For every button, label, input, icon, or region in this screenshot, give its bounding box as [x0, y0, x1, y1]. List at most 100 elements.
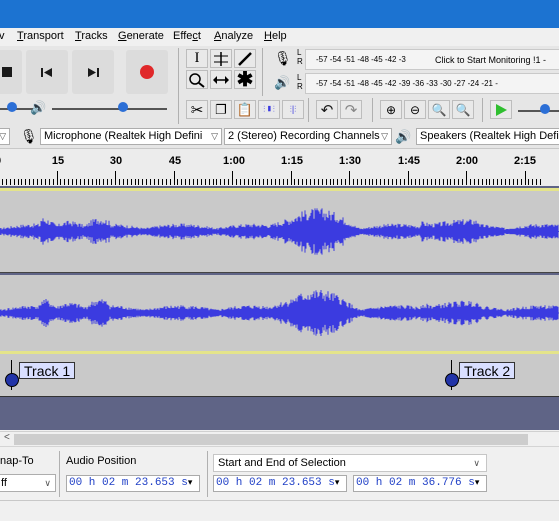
- ruler-tick: [208, 179, 210, 185]
- cut-button[interactable]: ✂: [186, 100, 208, 119]
- ruler-tick: [407, 171, 409, 185]
- paste-button[interactable]: 📋: [234, 100, 256, 119]
- recording-device-dropdown[interactable]: Microphone (Realtek High Defini ▽: [40, 128, 222, 145]
- paste-icon: 📋: [236, 101, 254, 117]
- ruler-tick: [193, 179, 194, 185]
- ruler-tick: [489, 179, 491, 185]
- record-meter[interactable]: -57 -54 -51 -48 -45 -42 -3 Click to Star…: [305, 49, 559, 70]
- skip-to-start-button[interactable]: [26, 50, 68, 94]
- multi-tool-button[interactable]: ✱: [234, 70, 256, 90]
- ruler-tick: [169, 179, 171, 185]
- trim-button[interactable]: ⫶▮⫶: [258, 100, 280, 119]
- ruler-tick: [185, 179, 187, 185]
- selection-end-field[interactable]: 00 h 02 m 36.776 s▾: [353, 475, 487, 492]
- label-handle-2[interactable]: [445, 373, 459, 387]
- play-at-speed-button[interactable]: [490, 100, 512, 119]
- fit-selection-button[interactable]: 🔍: [428, 100, 450, 119]
- title-bar: [0, 0, 559, 28]
- time-shift-tool-button[interactable]: [210, 70, 232, 89]
- ruler-tick: [458, 179, 460, 185]
- ruler-tick: [271, 179, 272, 185]
- recording-channels-dropdown[interactable]: 2 (Stereo) Recording Channels ▽: [224, 128, 392, 145]
- ruler-tick: [473, 179, 475, 185]
- ruler-tick-label: 45: [168, 155, 182, 167]
- waveform-channel-left[interactable]: [0, 191, 559, 272]
- ruler-tick: [5, 179, 7, 185]
- ruler-tick: [333, 179, 335, 185]
- skip-to-end-button[interactable]: [72, 50, 114, 94]
- audio-position-field[interactable]: 00 h 02 m 23.653 s▾: [66, 475, 200, 492]
- ruler-tick: [376, 179, 378, 185]
- label-handle-1[interactable]: [5, 373, 19, 387]
- ruler-tick: [48, 179, 50, 185]
- record-button[interactable]: [126, 50, 168, 94]
- scroll-left-arrow-icon[interactable]: <: [4, 432, 10, 443]
- menu-analyze[interactable]: Analyze: [214, 30, 253, 42]
- ruler-tick: [372, 179, 374, 185]
- ruler-tick: [138, 179, 140, 185]
- record-volume-slider-thumb[interactable]: [7, 102, 17, 112]
- zoom-tool-button[interactable]: [186, 70, 208, 89]
- copy-button[interactable]: ❐: [210, 100, 232, 119]
- ruler-tick: [360, 179, 362, 185]
- playback-volume-slider-thumb[interactable]: [118, 102, 128, 112]
- status-bar: [0, 500, 559, 521]
- selection-start-field[interactable]: 00 h 02 m 23.653 s▾: [213, 475, 347, 492]
- ruler-tick: [434, 179, 436, 185]
- fit-project-icon: 🔍: [455, 102, 471, 117]
- label-track-1[interactable]: Track 1: [19, 362, 76, 379]
- menu-tracks[interactable]: Tracks: [75, 30, 108, 42]
- channel-divider: [0, 272, 559, 273]
- playback-volume-slider-track[interactable]: [52, 108, 167, 110]
- ruler-tick: [95, 179, 97, 185]
- separator: [178, 48, 179, 124]
- ruler-tick: [329, 179, 331, 185]
- menu-generate[interactable]: Generate: [118, 30, 164, 42]
- undo-button[interactable]: ↶: [316, 100, 338, 119]
- menu-transport[interactable]: Transport: [17, 30, 64, 42]
- menu-view[interactable]: v: [0, 30, 5, 42]
- playback-device-dropdown[interactable]: Speakers (Realtek High Defini: [416, 128, 559, 145]
- ruler-tick: [442, 179, 444, 185]
- play-speed-slider-track[interactable]: [518, 110, 559, 112]
- label-track[interactable]: Track 1 Track 2: [0, 354, 559, 396]
- scrollbar-thumb[interactable]: [14, 434, 528, 445]
- record-icon: [140, 65, 154, 79]
- ruler-tick: [181, 179, 183, 185]
- ruler-tick: [427, 179, 428, 185]
- draw-tool-button[interactable]: [234, 49, 256, 68]
- fit-project-button[interactable]: 🔍: [452, 100, 474, 119]
- stop-button[interactable]: [0, 50, 22, 94]
- ruler-tick: [259, 179, 261, 185]
- horizontal-scrollbar[interactable]: <: [0, 431, 559, 447]
- ruler-tick: [325, 179, 327, 185]
- envelope-tool-button[interactable]: [210, 49, 232, 68]
- snap-to-label: nap-To: [0, 455, 34, 467]
- ruler-tick: [157, 179, 159, 185]
- host-dropdown[interactable]: ▽: [0, 128, 10, 145]
- audio-position-label: Audio Position: [66, 455, 137, 467]
- monitoring-prompt[interactable]: Click to Start Monitoring !1 -: [435, 55, 546, 65]
- playback-meter[interactable]: -57 -54 -51 -48 -45 -42 -39 -36 -33 -30 …: [305, 73, 559, 94]
- play-speed-slider-thumb[interactable]: [540, 104, 550, 114]
- speaker-icon: 🔊: [395, 129, 412, 144]
- record-meter-channels: LR: [297, 48, 303, 66]
- separator: [207, 451, 208, 497]
- ruler-tick: [298, 179, 300, 185]
- menu-effect[interactable]: Effect: [173, 30, 201, 42]
- ruler-tick: [516, 179, 518, 185]
- scissors-icon: ✂: [190, 101, 204, 119]
- selection-mode-dropdown[interactable]: Start and End of Selection ∨: [213, 454, 487, 472]
- selection-tool-button[interactable]: I: [186, 49, 208, 68]
- zoom-in-button[interactable]: ⊕: [380, 100, 402, 119]
- silence-button[interactable]: ⫶|⫶: [282, 100, 304, 119]
- redo-button[interactable]: ↷: [340, 100, 362, 119]
- zoom-out-button[interactable]: ⊖: [404, 100, 426, 119]
- label-track-2[interactable]: Track 2: [459, 362, 516, 379]
- timeline-ruler[interactable]: 0 15 30 45 1:00 1:15 1:30 1:45 2:00 2:15: [0, 149, 559, 187]
- snap-to-dropdown[interactable]: ff ∨: [0, 474, 56, 492]
- ruler-tick: [251, 179, 253, 185]
- menu-help[interactable]: Help: [264, 30, 287, 42]
- ruler-tick-label: 2:15: [513, 155, 537, 167]
- waveform-channel-right[interactable]: [0, 275, 559, 351]
